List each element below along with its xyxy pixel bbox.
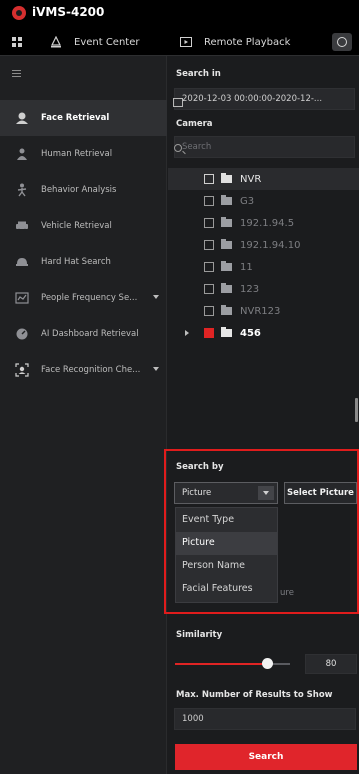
human-icon <box>15 147 29 161</box>
folder-icon <box>221 327 232 337</box>
checkbox[interactable] <box>204 262 214 272</box>
active-module-icon[interactable] <box>332 33 352 51</box>
sidebar: Face Retrieval Human Retrieval Behavior … <box>0 56 167 774</box>
tree-scrollbar[interactable] <box>355 398 358 422</box>
tab-remote-playback-label: Remote Playback <box>204 36 291 48</box>
search-by-label: Search by <box>176 462 224 472</box>
sidebar-item-face-recognition-check[interactable]: Face Recognition Che... <box>0 352 167 388</box>
similarity-slider-fill <box>175 663 267 665</box>
similarity-slider-handle[interactable] <box>262 658 273 669</box>
sidebar-item-human-retrieval[interactable]: Human Retrieval <box>0 136 167 172</box>
tree-item-label: NVR123 <box>240 305 281 317</box>
dropdown-option-picture[interactable]: Picture <box>176 532 277 555</box>
chevron-down-icon[interactable] <box>258 486 274 500</box>
calendar-icon[interactable] <box>173 98 183 107</box>
sidebar-item-behavior-analysis[interactable]: Behavior Analysis <box>0 172 167 208</box>
dropdown-option-event-type[interactable]: Event Type <box>176 509 277 532</box>
tree-item-label: 192.1.94.10 <box>240 239 301 251</box>
search-button[interactable]: Search <box>175 744 357 770</box>
modules-grid-icon[interactable] <box>12 37 23 48</box>
sidebar-item-label: People Frequency Se... <box>41 293 138 303</box>
tree-item-g3[interactable]: G3 <box>168 190 359 212</box>
time-range-field[interactable]: 2020-12-03 00:00:00-2020-12-... <box>174 88 355 110</box>
sidebar-item-people-frequency[interactable]: People Frequency Se... <box>0 280 167 316</box>
folder-icon <box>221 195 232 205</box>
tree-item-192-1-94-5[interactable]: 192.1.94.5 <box>168 212 359 234</box>
max-results-label: Max. Number of Results to Show <box>176 690 333 700</box>
sidebar-item-label: AI Dashboard Retrieval <box>41 329 139 339</box>
camera-label: Camera <box>176 119 213 129</box>
select-picture-button[interactable]: Select Picture <box>284 482 357 504</box>
tree-item-label: G3 <box>240 195 255 207</box>
ai-dashboard-icon <box>15 327 29 341</box>
app-title: iVMS-4200 <box>32 5 105 19</box>
search-by-dropdown: Event Type Picture Person Name Facial Fe… <box>175 507 278 603</box>
chevron-right-icon[interactable] <box>185 330 189 336</box>
folder-icon <box>221 261 232 271</box>
sidebar-item-label: Vehicle Retrieval <box>41 221 112 231</box>
playback-icon <box>180 36 192 48</box>
sidebar-item-label: Behavior Analysis <box>41 185 117 195</box>
folder-icon <box>221 305 232 315</box>
max-results-input[interactable]: 1000 <box>174 708 356 730</box>
chevron-down-icon[interactable] <box>153 367 159 371</box>
folder-icon <box>221 173 232 183</box>
checkbox[interactable] <box>204 284 214 294</box>
camera-tree: NVR G3 192.1.94.5 192.1.94.10 11 123 NVR… <box>168 168 359 358</box>
tab-event-center-label: Event Center <box>74 36 140 48</box>
sidebar-item-hard-hat-search[interactable]: Hard Hat Search <box>0 244 167 280</box>
tab-event-center[interactable]: Event Center <box>50 28 139 56</box>
hikvision-logo-icon <box>12 6 26 20</box>
checkbox[interactable] <box>204 240 214 250</box>
search-in-label: Search in <box>176 69 221 79</box>
dropdown-option-person-name[interactable]: Person Name <box>176 555 277 578</box>
similarity-value-field[interactable]: 80 <box>305 654 357 674</box>
frequency-icon <box>15 291 29 305</box>
tree-item-192-1-94-10[interactable]: 192.1.94.10 <box>168 234 359 256</box>
tree-item-label: 456 <box>240 327 261 339</box>
checkbox[interactable] <box>204 306 214 316</box>
checkbox-checked[interactable] <box>204 328 214 338</box>
tree-item-nvr123[interactable]: NVR123 <box>168 300 359 322</box>
alarm-icon <box>50 35 62 48</box>
tree-item-nvr[interactable]: NVR <box>168 168 359 190</box>
chevron-down-icon[interactable] <box>153 295 159 299</box>
folder-icon <box>221 239 232 249</box>
tab-remote-playback[interactable]: Remote Playback <box>180 28 290 56</box>
tree-item-label: NVR <box>240 173 262 185</box>
tree-item-label: 192.1.94.5 <box>240 217 295 229</box>
similarity-label: Similarity <box>176 630 223 640</box>
camera-search-input[interactable]: Search <box>174 136 355 158</box>
checkbox[interactable] <box>204 218 214 228</box>
sidebar-item-ai-dashboard-retrieval[interactable]: AI Dashboard Retrieval <box>0 316 167 352</box>
tree-item-456[interactable]: 456 <box>168 322 359 344</box>
folder-icon <box>221 217 232 227</box>
sidebar-item-vehicle-retrieval[interactable]: Vehicle Retrieval <box>0 208 167 244</box>
hard-hat-icon <box>15 255 29 269</box>
face-icon <box>15 111 29 125</box>
menu-collapse-icon[interactable] <box>12 70 21 79</box>
title-bar: iVMS-4200 <box>0 0 359 28</box>
sidebar-item-face-retrieval[interactable]: Face Retrieval <box>0 100 167 136</box>
behavior-icon <box>15 183 29 197</box>
sidebar-item-label: Human Retrieval <box>41 149 113 159</box>
sidebar-item-label: Face Retrieval <box>41 113 110 123</box>
vehicle-icon <box>15 219 29 233</box>
face-check-icon <box>15 363 29 377</box>
sidebar-item-label: Face Recognition Che... <box>41 365 141 375</box>
tree-item-label: 123 <box>240 283 260 295</box>
dropdown-option-facial-features[interactable]: Facial Features <box>176 578 277 601</box>
module-tab-bar: Event Center Remote Playback <box>0 28 359 56</box>
checkbox[interactable] <box>204 196 214 206</box>
tree-item-123[interactable]: 123 <box>168 278 359 300</box>
checkbox[interactable] <box>204 174 214 184</box>
tree-item-label: 11 <box>240 261 253 273</box>
obscured-text: ure <box>280 588 294 598</box>
tree-item-11[interactable]: 11 <box>168 256 359 278</box>
folder-icon <box>221 283 232 293</box>
sidebar-item-label: Hard Hat Search <box>41 257 111 267</box>
search-icon[interactable] <box>174 144 182 152</box>
